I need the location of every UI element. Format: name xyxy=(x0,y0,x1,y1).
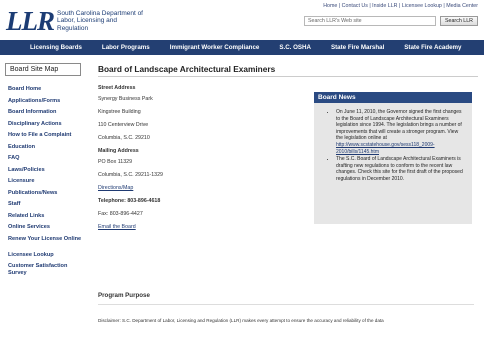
search-input[interactable] xyxy=(304,16,436,26)
email-board-link[interactable]: Email the Board xyxy=(98,224,478,237)
board-news-panel: Board News On June 11, 2010, the Governo… xyxy=(314,92,472,224)
sidebar-item-online-services[interactable]: Online Services xyxy=(8,224,86,236)
nav-sc-osha[interactable]: S.C. OSHA xyxy=(269,44,321,51)
sidebar-item-applications-forms[interactable]: Applications/Forms xyxy=(8,98,86,110)
sidebar-item-related-links[interactable]: Related Links xyxy=(8,213,86,225)
page-title: Board of Landscape Architectural Examine… xyxy=(98,63,478,77)
board-news-title: Board News xyxy=(314,92,472,103)
sidebar-item-publications-news[interactable]: Publications/News xyxy=(8,190,86,202)
disclaimer: Disclaimer: S.C. Department of Labor, Li… xyxy=(98,318,384,323)
board-site-map-heading: Board Site Map xyxy=(5,63,81,76)
news-item: On June 11, 2010, the Governor signed th… xyxy=(336,109,464,155)
nav-state-fire-academy[interactable]: State Fire Academy xyxy=(394,44,471,51)
sidebar-item-licensee-lookup[interactable]: Licensee Lookup xyxy=(8,252,86,264)
sidebar-item-disciplinary-actions[interactable]: Disciplinary Actions xyxy=(8,121,86,133)
nav-immigrant-worker-compliance[interactable]: Immigrant Worker Compliance xyxy=(160,44,270,51)
sidebar-item-renew-license[interactable]: Renew Your License Online xyxy=(8,236,86,252)
site-header: LLR South Carolina Department of Labor, … xyxy=(0,0,484,40)
sidebar-item-laws-policies[interactable]: Laws/Policies xyxy=(8,167,86,179)
news-item-text: On June 11, 2010, the Governor signed th… xyxy=(336,109,462,142)
sidebar: Board Site Map Board Home Applications/F… xyxy=(0,63,86,279)
nav-state-fire-marshal[interactable]: State Fire Marshal xyxy=(321,44,394,51)
news-item-text: The S.C. Board of Landscape Architectura… xyxy=(336,156,463,182)
nav-labor-programs[interactable]: Labor Programs xyxy=(92,44,160,51)
sidebar-item-board-home[interactable]: Board Home xyxy=(8,86,86,98)
divider xyxy=(98,304,474,305)
sidebar-item-staff[interactable]: Staff xyxy=(8,201,86,213)
top-links[interactable]: Home | Contact Us | Inside LLR | License… xyxy=(323,3,478,9)
legislation-link[interactable]: http://www.scstatehouse.gov/sess118_2009… xyxy=(336,142,435,155)
site-search: Search LLR xyxy=(304,16,478,26)
sidebar-item-board-information[interactable]: Board Information xyxy=(8,109,86,121)
sidebar-item-file-complaint[interactable]: How to File a Complaint xyxy=(8,132,86,144)
news-item: The S.C. Board of Landscape Architectura… xyxy=(336,156,464,182)
logo-mark: LLR xyxy=(6,5,55,36)
llr-logo[interactable]: LLR South Carolina Department of Labor, … xyxy=(6,6,147,36)
sidebar-item-customer-survey[interactable]: Customer Satisfaction Survey xyxy=(8,263,86,279)
nav-licensing-boards[interactable]: Licensing Boards xyxy=(0,44,92,51)
program-purpose-heading: Program Purpose xyxy=(98,292,150,299)
sidebar-item-education[interactable]: Education xyxy=(8,144,86,156)
sidebar-menu: Board Home Applications/Forms Board Info… xyxy=(0,86,86,279)
main-nav: Licensing Boards Labor Programs Immigran… xyxy=(0,40,484,55)
news-list: On June 11, 2010, the Governor signed th… xyxy=(314,103,472,183)
search-button[interactable]: Search LLR xyxy=(440,16,478,26)
sidebar-item-faq[interactable]: FAQ xyxy=(8,155,86,167)
logo-text: South Carolina Department of Labor, Lice… xyxy=(57,9,143,32)
sidebar-item-licensure[interactable]: Licensure xyxy=(8,178,86,190)
